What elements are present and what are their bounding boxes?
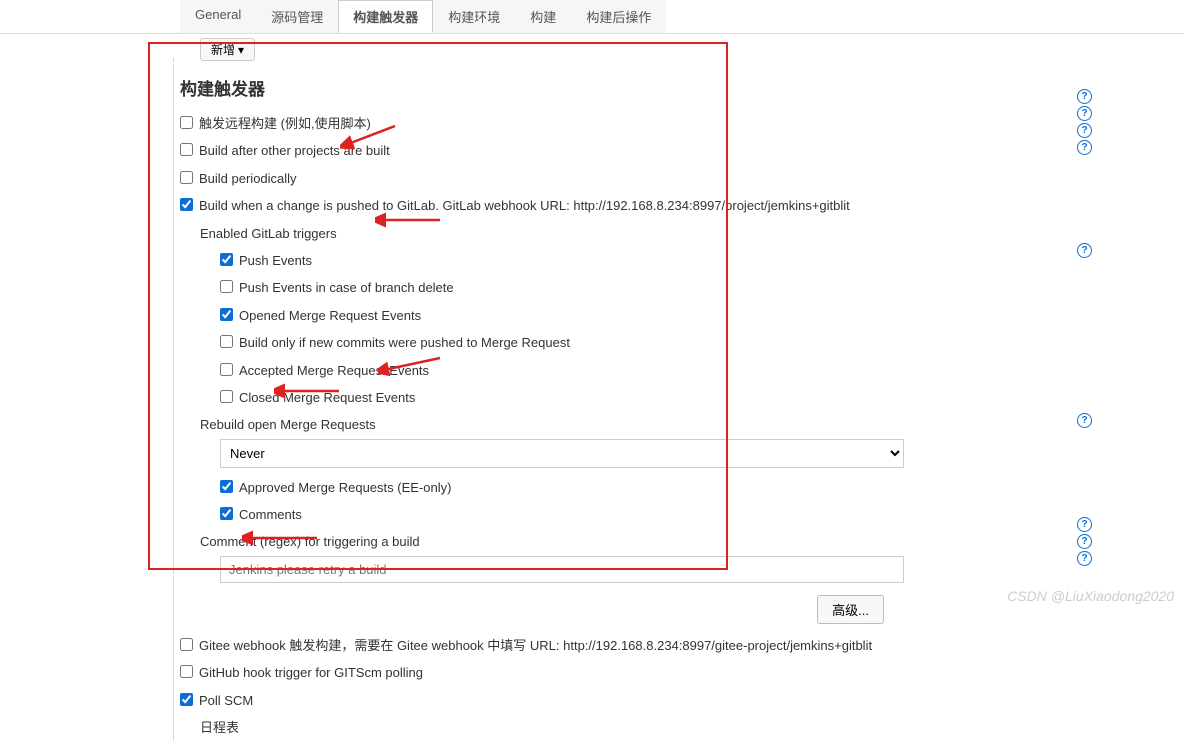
tab-post[interactable]: 构建后操作: [571, 0, 666, 33]
label-rebuild: Rebuild open Merge Requests: [200, 413, 376, 436]
cb-github[interactable]: [180, 665, 193, 678]
cb-after-others[interactable]: [180, 143, 193, 156]
cb-comments[interactable]: [220, 507, 233, 520]
label-after-others: Build after other projects are built: [199, 139, 390, 162]
add-label: 新增: [211, 41, 235, 58]
label-build-only: Build only if new commits were pushed to…: [239, 331, 570, 354]
input-comment-regex[interactable]: [220, 556, 904, 583]
help-icon[interactable]: ?: [1077, 123, 1092, 138]
help-icon[interactable]: ?: [1077, 551, 1092, 566]
label-comments: Comments: [239, 503, 302, 526]
label-push-events: Push Events: [239, 249, 312, 272]
cb-closed-mr[interactable]: [220, 390, 233, 403]
add-dropdown[interactable]: 新增▾: [200, 38, 255, 61]
cb-accepted-mr[interactable]: [220, 363, 233, 376]
tab-build[interactable]: 构建: [515, 0, 571, 33]
label-closedMR: Closed Merge Request Events: [239, 386, 415, 409]
caret-down-icon: ▾: [238, 43, 244, 57]
help-icon[interactable]: ?: [1077, 243, 1092, 258]
help-icon[interactable]: ?: [1077, 140, 1092, 155]
help-icon[interactable]: ?: [1077, 413, 1092, 428]
tab-source[interactable]: 源码管理: [256, 0, 338, 33]
cb-poll-scm[interactable]: [180, 693, 193, 706]
label-enabled-triggers: Enabled GitLab triggers: [200, 222, 337, 245]
select-rebuild[interactable]: Never: [220, 439, 904, 468]
label-push-delete: Push Events in case of branch delete: [239, 276, 454, 299]
cb-approved-mr[interactable]: [220, 480, 233, 493]
help-icon[interactable]: ?: [1077, 517, 1092, 532]
advanced-button[interactable]: 高级...: [817, 595, 884, 624]
label-periodically: Build periodically: [199, 167, 297, 190]
tab-triggers[interactable]: 构建触发器: [338, 0, 433, 33]
watermark: CSDN @LiuXiaodong2020: [1007, 588, 1174, 604]
cb-periodically[interactable]: [180, 171, 193, 184]
label-accepted-mr: Accepted Merge Request Events: [239, 359, 429, 382]
cb-push-delete[interactable]: [220, 280, 233, 293]
label-comment-regex: Comment (regex) for triggering a build: [200, 530, 420, 553]
cb-build-only[interactable]: [220, 335, 233, 348]
tab-env[interactable]: 构建环境: [433, 0, 515, 33]
label-approved-mr: Approved Merge Requests (EE-only): [239, 476, 451, 499]
section-title: 构建触发器: [180, 75, 884, 100]
label-remote: 触发远程构建 (例如,使用脚本): [199, 112, 371, 135]
help-icon[interactable]: ?: [1077, 534, 1092, 549]
label-github: GitHub hook trigger for GITScm polling: [199, 661, 423, 684]
cb-remote[interactable]: [180, 116, 193, 129]
label-opened-mr: Opened Merge Request Events: [239, 304, 421, 327]
cb-push-events[interactable]: [220, 253, 233, 266]
label-gitee: Gitee webhook 触发构建，需要在 Gitee webhook 中填写…: [199, 634, 872, 657]
help-icon[interactable]: ?: [1077, 106, 1092, 121]
label-gitlab: Build when a change is pushed to GitLab.…: [199, 194, 850, 217]
cb-gitee[interactable]: [180, 638, 193, 651]
cb-gitlab[interactable]: [180, 198, 193, 211]
help-icon[interactable]: ?: [1077, 89, 1092, 104]
tab-general[interactable]: General: [180, 0, 256, 33]
cb-opened-mr[interactable]: [220, 308, 233, 321]
config-tabs: General 源码管理 构建触发器 构建环境 构建 构建后操作: [0, 0, 1184, 34]
label-schedule: 日程表: [200, 716, 239, 739]
label-poll-scm: Poll SCM: [199, 689, 253, 712]
dotted-guide: [173, 58, 174, 741]
